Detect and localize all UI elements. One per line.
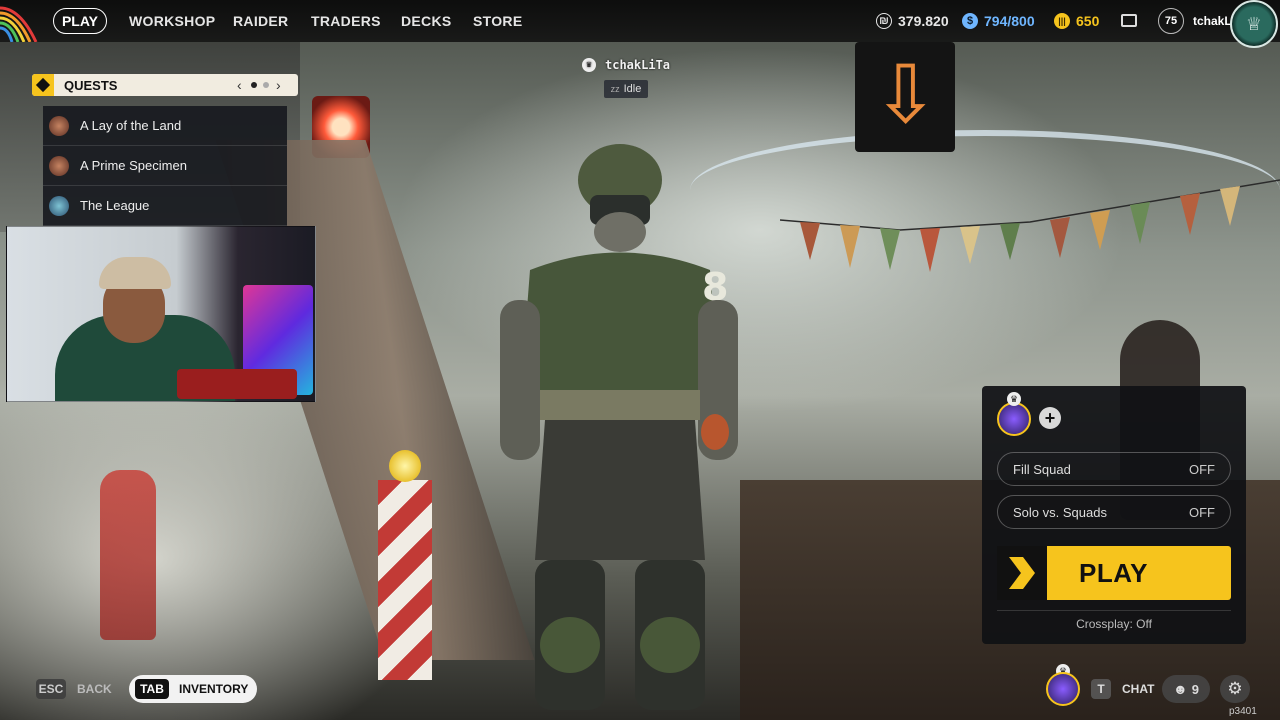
esc-back-hint[interactable]: ESC BACK (36, 679, 112, 699)
esc-key: ESC (36, 679, 66, 699)
fill-squad-label: Fill Squad (1013, 461, 1071, 477)
raider-tokens-value: 794/800 (984, 13, 1035, 29)
npc-red-suit (100, 470, 156, 640)
solo-vs-squads-value: OFF (1189, 504, 1215, 520)
crown-icon: ♛ (582, 58, 596, 72)
friends-count: 9 (1191, 681, 1199, 697)
player-nameplate-name: tchakLiTa (605, 58, 671, 72)
bunting-flags (780, 179, 1280, 272)
quests-icon (32, 74, 54, 96)
panel-divider (997, 610, 1231, 611)
quest-giver-avatar-icon (49, 195, 69, 216)
quests-page-dot[interactable] (263, 82, 269, 88)
quest-item[interactable]: A Lay of the Land (43, 106, 287, 146)
cred-currency: ||| 650 (1054, 0, 1099, 42)
coin-icon: ₪ (876, 13, 892, 29)
settings-gear-icon[interactable]: ⚙ (1220, 675, 1250, 703)
mail-icon[interactable] (1121, 14, 1137, 27)
quest-giver-avatar-icon (49, 155, 69, 176)
quest-label: A Prime Specimen (80, 158, 187, 173)
build-version: p3401 (1229, 706, 1257, 717)
profile-name[interactable]: tchakLi (1193, 0, 1235, 42)
rainbow-stripes-decoration (0, 6, 38, 42)
nav-store-tab[interactable]: STORE (473, 0, 522, 42)
striped-barrier (378, 480, 432, 680)
solo-vs-squads-label: Solo vs. Squads (1013, 504, 1107, 520)
raider-character: 8 (500, 144, 738, 710)
crossplay-status[interactable]: Crossplay: Off (982, 617, 1246, 631)
player-nameplate: ♛ tchakLiTa (582, 58, 670, 72)
arrow-sign-glyph: ⇩ (872, 48, 940, 141)
quests-page-dot-active[interactable] (251, 82, 257, 88)
player-status-text: Idle (623, 83, 642, 95)
nav-play-tab[interactable]: PLAY (53, 8, 107, 34)
nav-workshop-tab[interactable]: WORKSHOP (129, 0, 215, 42)
quest-label: The League (80, 198, 150, 213)
quests-next-arrow[interactable]: › (276, 77, 281, 93)
top-navigation-bar: PLAY WORKSHOP RAIDER TRADERS DECKS STORE… (0, 0, 1280, 48)
player-level-value: 75 (1164, 15, 1178, 27)
solo-vs-squads-toggle[interactable]: Solo vs. Squads OFF (997, 495, 1231, 529)
clan-emblem-icon[interactable]: ♕ (1230, 0, 1278, 48)
squad-leader-avatar[interactable] (997, 402, 1031, 436)
crown-icon: ♛ (1007, 392, 1021, 406)
inventory-button[interactable]: TAB INVENTORY (129, 675, 257, 703)
quests-panel-header: QUESTS ‹ › (32, 74, 298, 96)
cred-icon: ||| (1054, 13, 1070, 29)
own-avatar[interactable] (1046, 672, 1080, 706)
friends-icon: ☻ (1173, 681, 1188, 697)
raider-token-icon: $ (962, 13, 978, 29)
nav-traders-tab[interactable]: TRADERS (311, 0, 381, 42)
idle-icon: zz (610, 84, 620, 94)
quests-prev-arrow[interactable]: ‹ (237, 77, 242, 93)
nav-raider-tab[interactable]: RAIDER (233, 0, 288, 42)
coins-value: 379.820 (898, 13, 949, 29)
barrier-lamp (389, 450, 421, 482)
play-button[interactable]: PLAY (997, 546, 1231, 600)
nav-decks-tab[interactable]: DECKS (401, 0, 452, 42)
inventory-label: INVENTORY (179, 682, 249, 696)
quests-title: QUESTS (64, 77, 118, 93)
quests-list: A Lay of the Land A Prime Specimen The L… (43, 106, 287, 226)
quest-item[interactable]: The League (43, 186, 287, 226)
streamer-cap (99, 257, 171, 289)
play-chevron-icon (997, 546, 1047, 600)
streamer-webcam-overlay (6, 226, 316, 402)
chat-hint[interactable]: T CHAT (1091, 679, 1154, 699)
desk-keyboard (177, 369, 297, 399)
fill-squad-toggle[interactable]: Fill Squad OFF (997, 452, 1231, 486)
player-status-badge: zz Idle (604, 80, 648, 98)
quest-giver-avatar-icon (49, 115, 69, 136)
quest-item[interactable]: A Prime Specimen (43, 146, 287, 186)
chat-label: CHAT (1122, 682, 1155, 696)
play-button-label: PLAY (1079, 557, 1148, 588)
friends-button[interactable]: ☻ 9 (1162, 675, 1210, 703)
squad-panel: ♛ + Fill Squad OFF Solo vs. Squads OFF P… (982, 386, 1246, 644)
fill-squad-value: OFF (1189, 461, 1215, 477)
cred-value: 650 (1076, 13, 1100, 29)
back-label: BACK (77, 682, 112, 696)
coins-currency: ₪ 379.820 (876, 0, 949, 42)
raider-tokens-currency: $ 794/800 (962, 0, 1035, 42)
player-level-badge: 75 (1158, 8, 1184, 34)
tab-key: TAB (135, 679, 169, 699)
chat-key: T (1091, 679, 1111, 699)
quest-label: A Lay of the Land (80, 118, 182, 133)
invite-plus-button[interactable]: + (1039, 407, 1061, 429)
